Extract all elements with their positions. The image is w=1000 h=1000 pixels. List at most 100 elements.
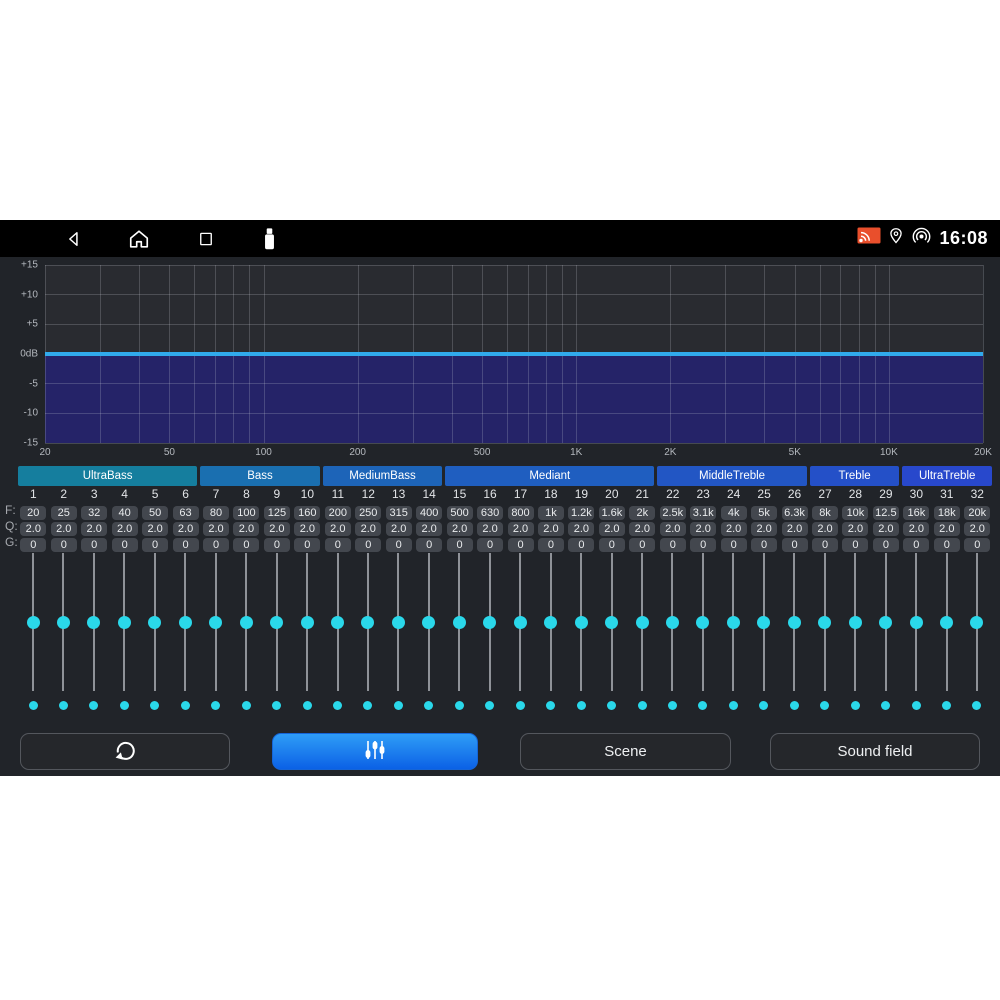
slider-knob[interactable] xyxy=(483,616,496,629)
slider-knob[interactable] xyxy=(331,616,344,629)
gain-chip-cell: 0 xyxy=(414,535,445,553)
slider-knob[interactable] xyxy=(666,616,679,629)
band-number: 7 xyxy=(201,487,232,501)
slider-knob[interactable] xyxy=(301,616,314,629)
slider-knob[interactable] xyxy=(392,616,405,629)
q-chip: 2.0 xyxy=(629,522,655,536)
gain-chip: 0 xyxy=(751,538,777,552)
slider-dot xyxy=(942,701,951,710)
freq-chip: 125 xyxy=(264,506,290,520)
slider-knob[interactable] xyxy=(696,616,709,629)
slider-knob[interactable] xyxy=(57,616,70,629)
slider-dot xyxy=(668,701,677,710)
horizontal-gridline xyxy=(45,265,983,266)
horizontal-gridline xyxy=(45,294,983,295)
slider-dot xyxy=(394,701,403,710)
sound-field-button[interactable]: Sound field xyxy=(770,733,980,770)
freq-chip: 20 xyxy=(20,506,46,520)
q-chip: 2.0 xyxy=(599,522,625,536)
freq-chip: 1k xyxy=(538,506,564,520)
equalizer-sliders-icon xyxy=(362,738,388,766)
slider-knob[interactable] xyxy=(361,616,374,629)
slider-knob[interactable] xyxy=(544,616,557,629)
slider-knob[interactable] xyxy=(788,616,801,629)
equalizer-app-window: 16:08 +15+10+50dB-5-10-15 20501002005001… xyxy=(0,220,1000,776)
band-number: 20 xyxy=(596,487,627,501)
home-icon[interactable] xyxy=(127,227,151,251)
slider-knob[interactable] xyxy=(148,616,161,629)
slider-knob[interactable] xyxy=(453,616,466,629)
gain-chip: 0 xyxy=(477,538,503,552)
slider-knob[interactable] xyxy=(118,616,131,629)
gain-chip-cell: 0 xyxy=(18,535,49,553)
x-axis-tick-label: 200 xyxy=(349,447,366,458)
band-number: 24 xyxy=(718,487,749,501)
x-axis-tick-label: 20 xyxy=(39,447,50,458)
q-chip: 2.0 xyxy=(294,522,320,536)
band-number: 8 xyxy=(231,487,262,501)
y-axis-tick-label: 0dB xyxy=(20,349,38,360)
equalizer-button[interactable] xyxy=(272,733,478,770)
gain-chip-cell: 0 xyxy=(444,535,475,553)
horizontal-gridline xyxy=(45,413,983,414)
reset-button[interactable] xyxy=(20,733,230,770)
slider-knob[interactable] xyxy=(940,616,953,629)
slider-knob[interactable] xyxy=(605,616,618,629)
band-number: 14 xyxy=(414,487,445,501)
q-chip: 2.0 xyxy=(934,522,960,536)
slider-dot xyxy=(881,701,890,710)
location-icon xyxy=(888,226,904,251)
x-axis-tick-label: 20K xyxy=(974,447,992,458)
scene-button-label: Scene xyxy=(604,743,647,760)
slider-knob[interactable] xyxy=(636,616,649,629)
slider-dot xyxy=(455,701,464,710)
freq-chip: 50 xyxy=(142,506,168,520)
gain-chip: 0 xyxy=(873,538,899,552)
slider-knob[interactable] xyxy=(270,616,283,629)
slider-knob[interactable] xyxy=(727,616,740,629)
slider-knob[interactable] xyxy=(27,616,40,629)
gain-chip-cell: 0 xyxy=(109,535,140,553)
gain-chip: 0 xyxy=(690,538,716,552)
band-number: 15 xyxy=(444,487,475,501)
hotspot-icon xyxy=(911,226,932,252)
freq-chip: 16k xyxy=(903,506,929,520)
scene-button[interactable]: Scene xyxy=(520,733,731,770)
gain-chip: 0 xyxy=(233,538,259,552)
freq-chip: 3.1k xyxy=(690,506,716,520)
back-icon[interactable] xyxy=(62,227,86,251)
reset-icon xyxy=(112,737,138,767)
band-group-treble: Treble xyxy=(810,466,900,486)
band-number: 32 xyxy=(962,487,993,501)
gain-chip-cell: 0 xyxy=(962,535,993,553)
slider-knob[interactable] xyxy=(910,616,923,629)
slider-knob[interactable] xyxy=(422,616,435,629)
slider-knob[interactable] xyxy=(575,616,588,629)
gain-chip: 0 xyxy=(782,538,808,552)
slider-knob[interactable] xyxy=(87,616,100,629)
slider-knob[interactable] xyxy=(240,616,253,629)
gain-chip: 0 xyxy=(660,538,686,552)
slider-knob[interactable] xyxy=(970,616,983,629)
gain-chip-cell: 0 xyxy=(688,535,719,553)
slider-knob[interactable] xyxy=(757,616,770,629)
gain-chip-cell: 0 xyxy=(535,535,566,553)
band-number: 22 xyxy=(657,487,688,501)
usb-icon[interactable] xyxy=(257,227,281,251)
recents-icon[interactable] xyxy=(194,227,218,251)
freq-chip: 4k xyxy=(721,506,747,520)
freq-chip: 630 xyxy=(477,506,503,520)
gain-chip-cell: 0 xyxy=(140,535,171,553)
gain-chip-cell: 0 xyxy=(201,535,232,553)
x-axis-labels: 20501002005001K2K5K10K20K xyxy=(45,447,983,461)
slider-knob[interactable] xyxy=(514,616,527,629)
band-number: 9 xyxy=(261,487,292,501)
slider-knob[interactable] xyxy=(179,616,192,629)
band-number: 4 xyxy=(109,487,140,501)
slider-knob[interactable] xyxy=(879,616,892,629)
slider-knob[interactable] xyxy=(209,616,222,629)
gain-chip: 0 xyxy=(934,538,960,552)
gain-chip-cell: 0 xyxy=(596,535,627,553)
slider-knob[interactable] xyxy=(849,616,862,629)
slider-knob[interactable] xyxy=(818,616,831,629)
